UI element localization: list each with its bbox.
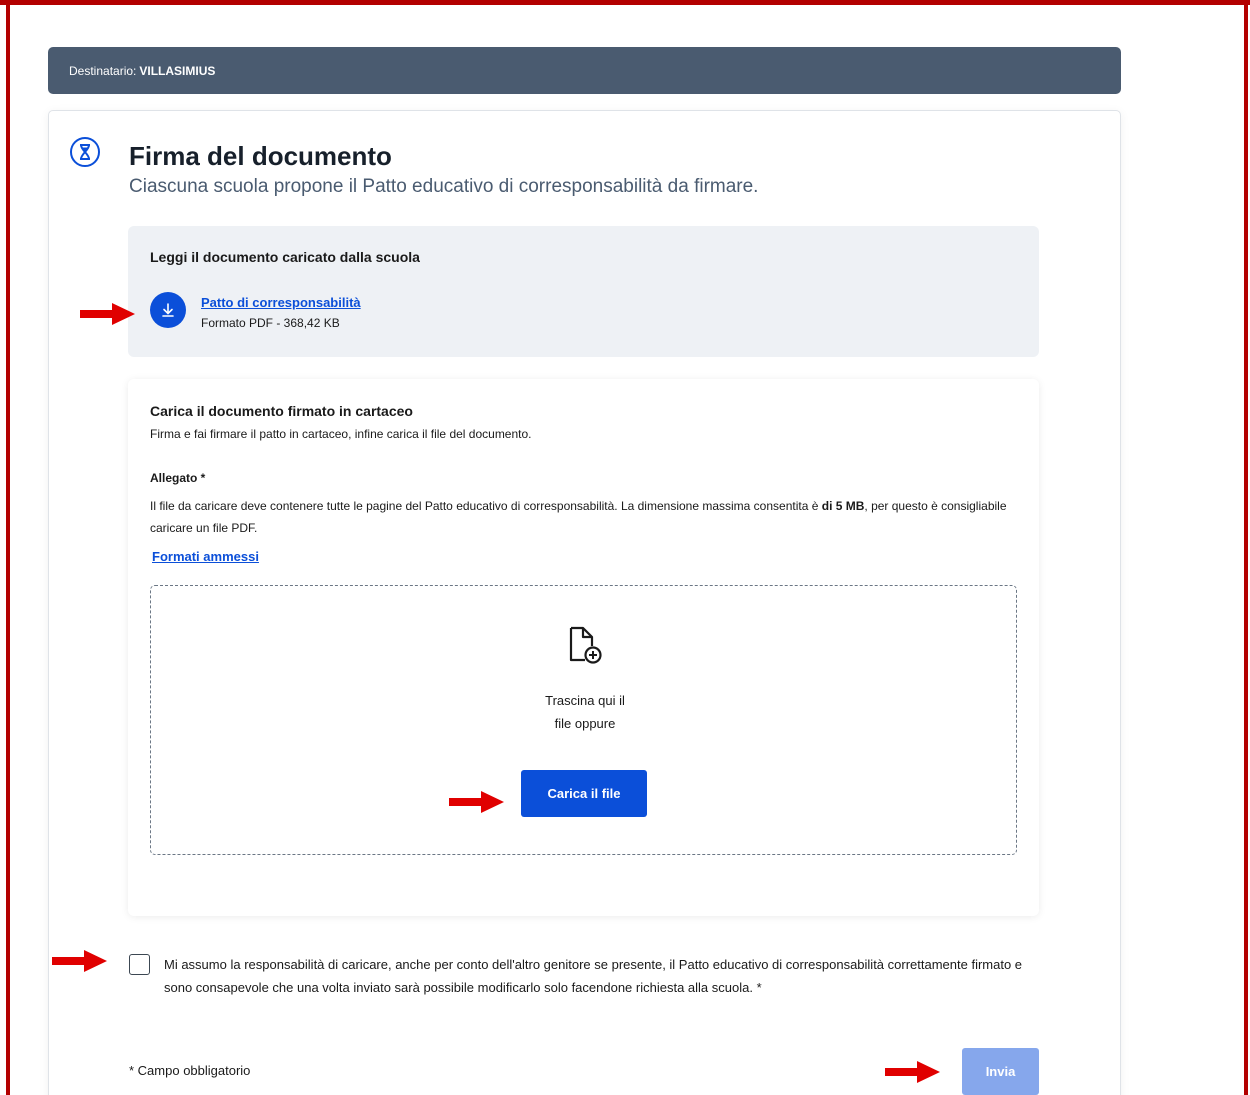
annotation-frame-left — [6, 0, 10, 1095]
arrow-annotation-icon — [80, 303, 135, 325]
read-document-section — [128, 226, 1039, 357]
required-field-note: * Campo obbligatorio — [129, 1063, 251, 1078]
upload-file-button[interactable]: Carica il file — [521, 770, 647, 817]
hourglass-icon — [70, 137, 100, 167]
document-download-link[interactable]: Patto di corresponsabilità — [201, 295, 361, 310]
send-button[interactable]: Invia — [962, 1048, 1039, 1095]
page-subtitle: Ciascuna scuola propone il Patto educati… — [129, 176, 759, 197]
download-icon[interactable] — [150, 292, 186, 328]
arrow-annotation-icon — [449, 791, 504, 813]
attachment-label: Allegato * — [150, 471, 206, 485]
dropzone-line-1: Trascina qui il — [545, 693, 625, 708]
allowed-formats-link[interactable]: Formati ammessi — [152, 549, 259, 564]
document-meta: Formato PDF - 368,42 KB — [201, 316, 340, 330]
file-add-icon — [565, 625, 605, 667]
dropzone-instructions: Trascina qui il file oppure — [523, 689, 647, 735]
page-title: Firma del documento — [129, 141, 392, 171]
arrow-annotation-icon — [885, 1061, 940, 1083]
consent-checkbox[interactable] — [129, 954, 150, 975]
attachment-description: Il file da caricare deve contenere tutte… — [150, 495, 1012, 539]
attachment-desc-bold: di 5 MB — [821, 499, 865, 513]
arrow-annotation-icon — [52, 950, 107, 972]
upload-section-title: Carica il documento firmato in cartaceo — [150, 403, 413, 419]
recipient-label: Destinatario: — [69, 63, 137, 78]
recipient-value: VILLASIMIUS — [139, 63, 216, 78]
attachment-desc-part-1: Il file da caricare deve contenere tutte… — [150, 499, 822, 513]
consent-text: Mi assumo la responsabilità di caricare,… — [164, 957, 1023, 995]
annotation-frame-right — [1244, 0, 1248, 1095]
annotation-frame-top — [0, 0, 1250, 5]
dropzone-line-2: file oppure — [554, 716, 616, 731]
read-section-title: Leggi il documento caricato dalla scuola — [150, 249, 420, 265]
upload-section-description: Firma e fai firmare il patto in cartaceo… — [150, 427, 532, 441]
recipient-bar: Destinatario: VILLASIMIUS — [48, 47, 1121, 94]
